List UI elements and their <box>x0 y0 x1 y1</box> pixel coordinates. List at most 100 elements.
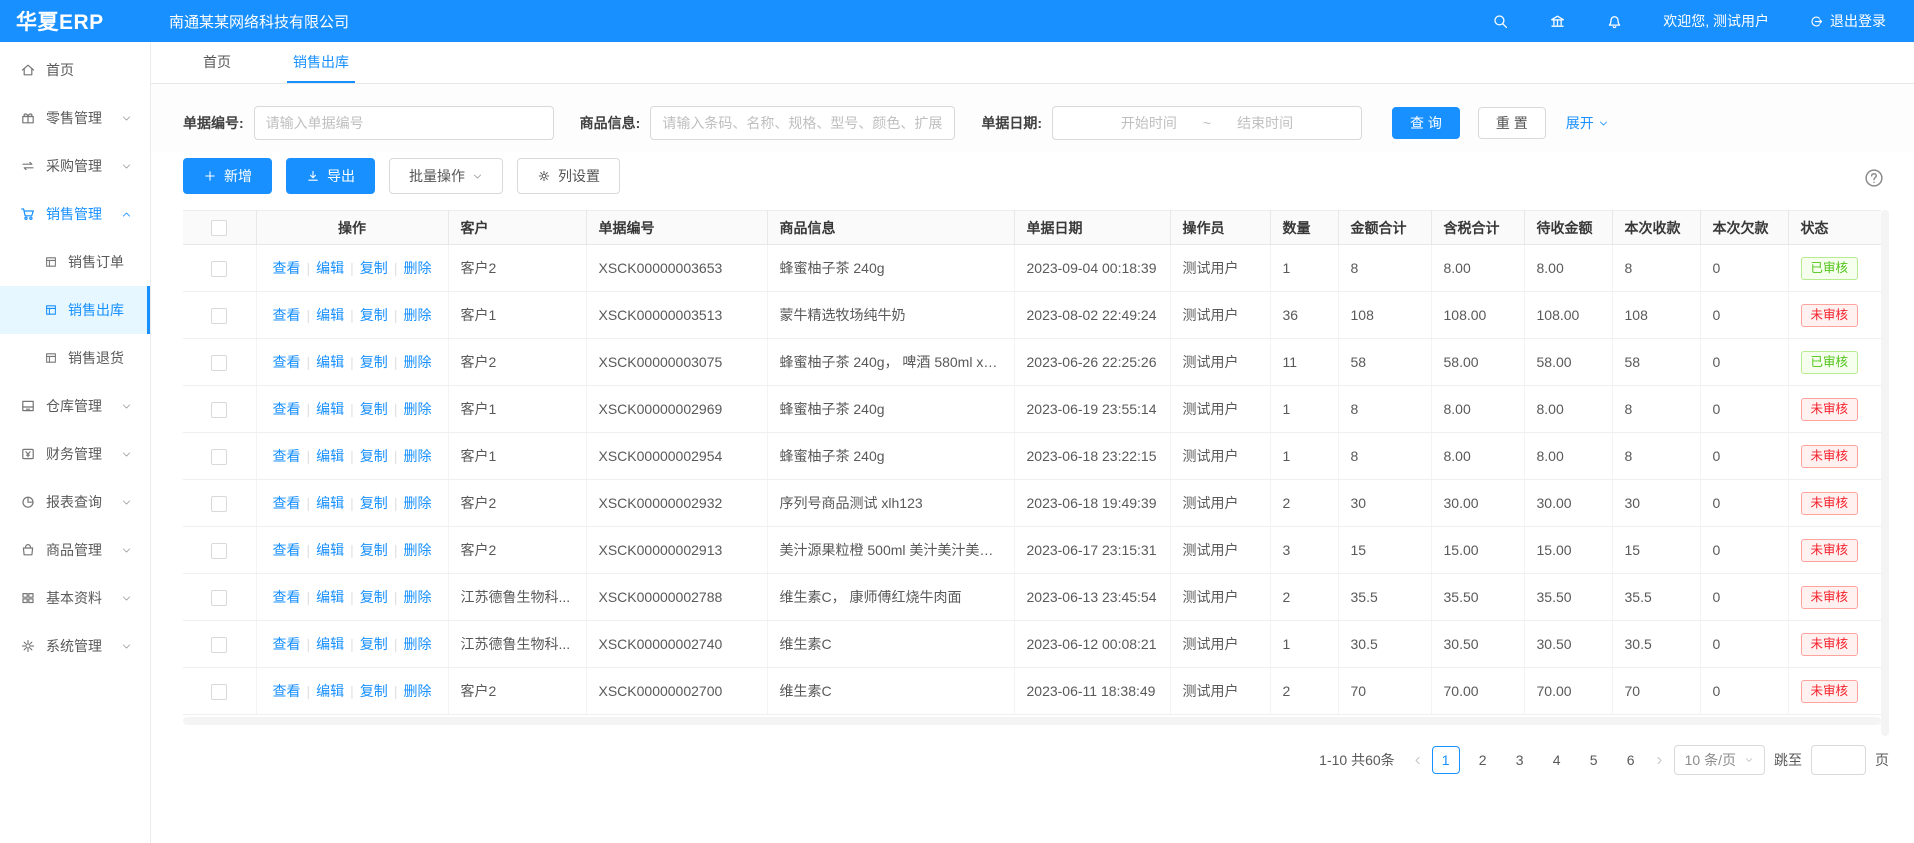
help-icon[interactable] <box>1864 168 1884 188</box>
row-checkbox[interactable] <box>211 684 227 700</box>
row-action-copy[interactable]: 复制 <box>360 683 388 699</box>
tab-home[interactable]: 首页 <box>197 42 237 83</box>
prev-page-icon[interactable] <box>1412 755 1423 766</box>
row-action-edit[interactable]: 编辑 <box>316 589 344 605</box>
date-range-picker[interactable]: 开始时间 ~ 结束时间 <box>1052 106 1362 140</box>
row-action-delete[interactable]: 删除 <box>403 636 431 652</box>
batch-actions-button[interactable]: 批量操作 <box>389 158 503 194</box>
row-action-edit[interactable]: 编辑 <box>316 401 344 417</box>
row-action-copy[interactable]: 复制 <box>360 495 388 511</box>
sidebar-item-finance[interactable]: 财务管理 <box>0 430 150 478</box>
sidebar-item-label: 销售订单 <box>68 252 124 272</box>
row-action-edit[interactable]: 编辑 <box>316 448 344 464</box>
row-action-view[interactable]: 查看 <box>273 260 301 276</box>
export-button[interactable]: 导出 <box>286 158 375 194</box>
page-number-1[interactable]: 1 <box>1432 746 1460 774</box>
sidebar-item-sales-order[interactable]: 销售订单 <box>0 238 150 286</box>
page-number-4[interactable]: 4 <box>1543 746 1571 774</box>
row-action-copy[interactable]: 复制 <box>360 401 388 417</box>
row-action-delete[interactable]: 删除 <box>403 354 431 370</box>
expand-link[interactable]: 展开 <box>1566 113 1609 133</box>
row-action-delete[interactable]: 删除 <box>403 495 431 511</box>
next-page-icon[interactable] <box>1654 755 1665 766</box>
search-button[interactable]: 查 询 <box>1392 107 1460 139</box>
row-action-delete[interactable]: 删除 <box>403 589 431 605</box>
row-action-copy[interactable]: 复制 <box>360 354 388 370</box>
cell-product: 美汁源果粒橙 500ml 美汁美汁美汁... <box>767 527 1014 574</box>
row-checkbox[interactable] <box>211 590 227 606</box>
row-action-delete[interactable]: 删除 <box>403 448 431 464</box>
row-action-delete[interactable]: 删除 <box>403 260 431 276</box>
sidebar-item-goods[interactable]: 商品管理 <box>0 526 150 574</box>
sidebar-item-sales-outbound[interactable]: 销售出库 <box>0 286 150 334</box>
add-button[interactable]: 新增 <box>183 158 272 194</box>
row-checkbox[interactable] <box>211 308 227 324</box>
row-action-delete[interactable]: 删除 <box>403 683 431 699</box>
row-checkbox[interactable] <box>211 496 227 512</box>
toolbar: 新增 导出 批量操作 列设置 <box>151 158 1914 194</box>
row-action-view[interactable]: 查看 <box>273 495 301 511</box>
row-action-edit[interactable]: 编辑 <box>316 307 344 323</box>
row-checkbox[interactable] <box>211 402 227 418</box>
search-icon[interactable] <box>1492 13 1509 30</box>
row-action-edit[interactable]: 编辑 <box>316 260 344 276</box>
row-action-view[interactable]: 查看 <box>273 401 301 417</box>
cell-qty: 1 <box>1270 386 1338 433</box>
page-number-5[interactable]: 5 <box>1580 746 1608 774</box>
row-action-view[interactable]: 查看 <box>273 448 301 464</box>
sidebar-item-warehouse[interactable]: 仓库管理 <box>0 382 150 430</box>
row-action-edit[interactable]: 编辑 <box>316 542 344 558</box>
select-all-checkbox[interactable] <box>211 220 227 236</box>
bank-icon[interactable] <box>1549 13 1566 30</box>
sidebar-item-purchase[interactable]: 采购管理 <box>0 142 150 190</box>
page-number-2[interactable]: 2 <box>1469 746 1497 774</box>
row-action-edit[interactable]: 编辑 <box>316 683 344 699</box>
sidebar-item-report[interactable]: 报表查询 <box>0 478 150 526</box>
row-action-copy[interactable]: 复制 <box>360 260 388 276</box>
logout-button[interactable]: 退出登录 <box>1809 11 1886 31</box>
vertical-scrollbar[interactable] <box>1881 210 1889 736</box>
row-action-edit[interactable]: 编辑 <box>316 495 344 511</box>
product-input[interactable] <box>650 106 955 140</box>
row-action-view[interactable]: 查看 <box>273 589 301 605</box>
cell-order-no: XSCK00000002954 <box>586 433 767 480</box>
sidebar-item-retail[interactable]: 零售管理 <box>0 94 150 142</box>
row-action-view[interactable]: 查看 <box>273 542 301 558</box>
row-action-edit[interactable]: 编辑 <box>316 354 344 370</box>
page-number-3[interactable]: 3 <box>1506 746 1534 774</box>
row-checkbox[interactable] <box>211 543 227 559</box>
sidebar-item-sales[interactable]: 销售管理 <box>0 190 150 238</box>
tab-sales-outbound[interactable]: 销售出库 <box>287 42 355 83</box>
row-checkbox[interactable] <box>211 261 227 277</box>
page-number-6[interactable]: 6 <box>1617 746 1645 774</box>
row-action-edit[interactable]: 编辑 <box>316 636 344 652</box>
row-checkbox[interactable] <box>211 637 227 653</box>
column-settings-button[interactable]: 列设置 <box>517 158 620 194</box>
bell-icon[interactable] <box>1606 13 1623 30</box>
row-action-view[interactable]: 查看 <box>273 683 301 699</box>
row-action-view[interactable]: 查看 <box>273 636 301 652</box>
row-action-copy[interactable]: 复制 <box>360 307 388 323</box>
row-action-view[interactable]: 查看 <box>273 354 301 370</box>
row-action-delete[interactable]: 删除 <box>403 542 431 558</box>
row-action-copy[interactable]: 复制 <box>360 542 388 558</box>
jump-page-input[interactable] <box>1811 745 1866 775</box>
row-action-view[interactable]: 查看 <box>273 307 301 323</box>
finance-icon <box>20 446 36 462</box>
sidebar-item-sales-return[interactable]: 销售退货 <box>0 334 150 382</box>
row-action-delete[interactable]: 删除 <box>403 401 431 417</box>
row-action-copy[interactable]: 复制 <box>360 448 388 464</box>
row-checkbox[interactable] <box>211 355 227 371</box>
row-action-copy[interactable]: 复制 <box>360 636 388 652</box>
row-action-copy[interactable]: 复制 <box>360 589 388 605</box>
row-action-delete[interactable]: 删除 <box>403 307 431 323</box>
sidebar-item-system[interactable]: 系统管理 <box>0 622 150 670</box>
horizontal-scrollbar[interactable] <box>183 717 1881 725</box>
page-size-select[interactable]: 10 条/页 <box>1674 745 1765 775</box>
reset-button[interactable]: 重 置 <box>1478 107 1546 139</box>
sidebar-item-basic[interactable]: 基本资料 <box>0 574 150 622</box>
sidebar-item-home[interactable]: 首页 <box>0 46 150 94</box>
column-header: 商品信息 <box>767 211 1014 245</box>
bill-no-input[interactable] <box>254 106 554 140</box>
row-checkbox[interactable] <box>211 449 227 465</box>
